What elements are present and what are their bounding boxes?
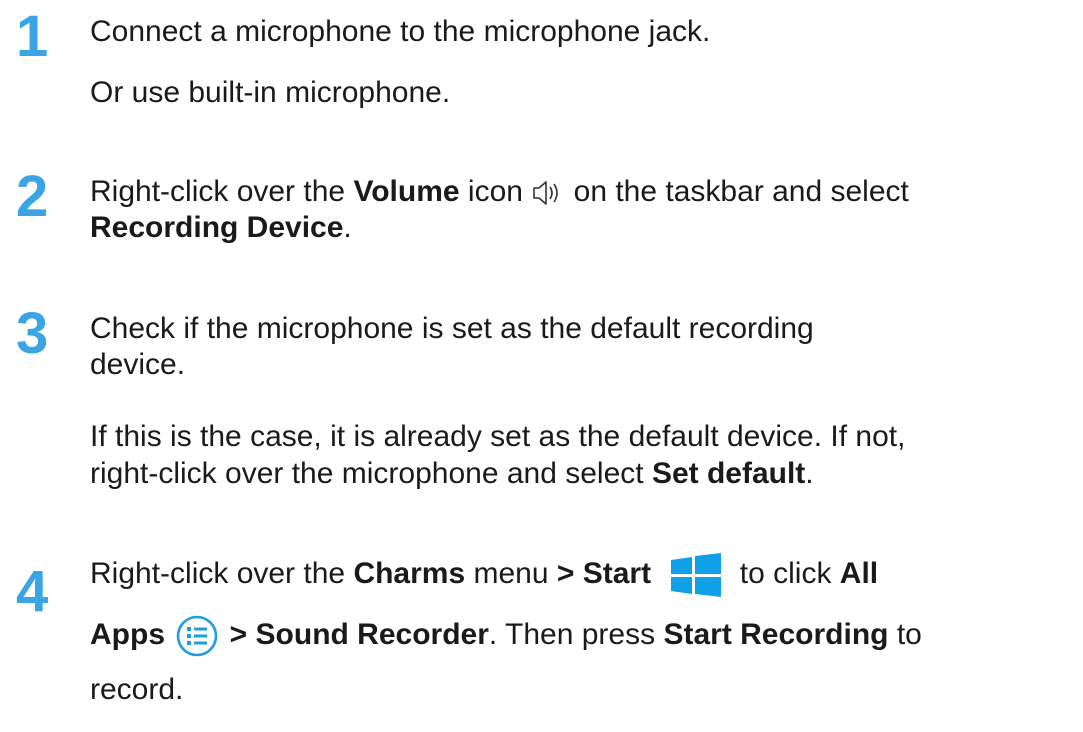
step-text-line: If this is the case, it is already set a… — [90, 419, 905, 455]
step-text-line: Connect a microphone to the microphone j… — [90, 14, 710, 50]
text: device. — [90, 348, 186, 381]
text: Connect a microphone to the microphone j… — [90, 15, 711, 48]
bold-term: Volume — [353, 175, 460, 208]
text: Right-click over the — [90, 175, 354, 208]
step-text-line: Apps > Sound Recorder. Then press Start … — [90, 614, 922, 658]
text: . — [343, 211, 352, 244]
step-text-line: Right-click over the Charms menu > Start… — [90, 553, 878, 597]
bold-term: All — [839, 556, 879, 590]
bold-term: > Sound Recorder — [221, 617, 489, 651]
step-text-line: Right-click over the Volume icon on the … — [90, 174, 909, 210]
text: icon — [459, 175, 532, 208]
step-number: 2 — [16, 164, 49, 229]
text: record. — [90, 673, 184, 706]
bold-term: Start Recording — [663, 617, 889, 651]
bold-term: > Start — [556, 556, 652, 590]
step-text-line: right-click over the microphone and sele… — [90, 456, 814, 492]
text: menu — [465, 556, 557, 590]
step-number: 3 — [16, 301, 49, 366]
text: If this is the case, it is already set a… — [90, 420, 906, 453]
text: Or use built-in microphone. — [90, 76, 451, 109]
text: . Then press — [488, 617, 664, 651]
step-text-line: Or use built-in microphone. — [90, 75, 450, 111]
text: to click — [731, 556, 840, 590]
text: Right-click over the — [90, 556, 354, 590]
bold-term: Charms — [353, 556, 466, 590]
windows-start-icon — [665, 553, 725, 597]
text: . — [805, 457, 814, 490]
step-text-line: Check if the microphone is set as the de… — [90, 311, 814, 347]
step-text-line: Recording Device. — [90, 210, 352, 246]
step-number: 1 — [16, 4, 49, 69]
text: right-click over the microphone and sele… — [90, 457, 652, 490]
step-text-line: device. — [90, 347, 185, 383]
text: on the taskbar and select — [565, 175, 909, 208]
step-number: 4 — [16, 559, 49, 624]
step-text-line: record. — [90, 672, 183, 708]
bold-term: Apps — [90, 617, 165, 651]
bold-term: Set default — [651, 457, 806, 490]
all-apps-icon — [175, 614, 219, 658]
speaker-icon — [531, 178, 565, 208]
bold-term: Recording Device — [90, 211, 344, 244]
text: to — [888, 617, 922, 651]
text: Check if the microphone is set as the de… — [90, 312, 814, 345]
